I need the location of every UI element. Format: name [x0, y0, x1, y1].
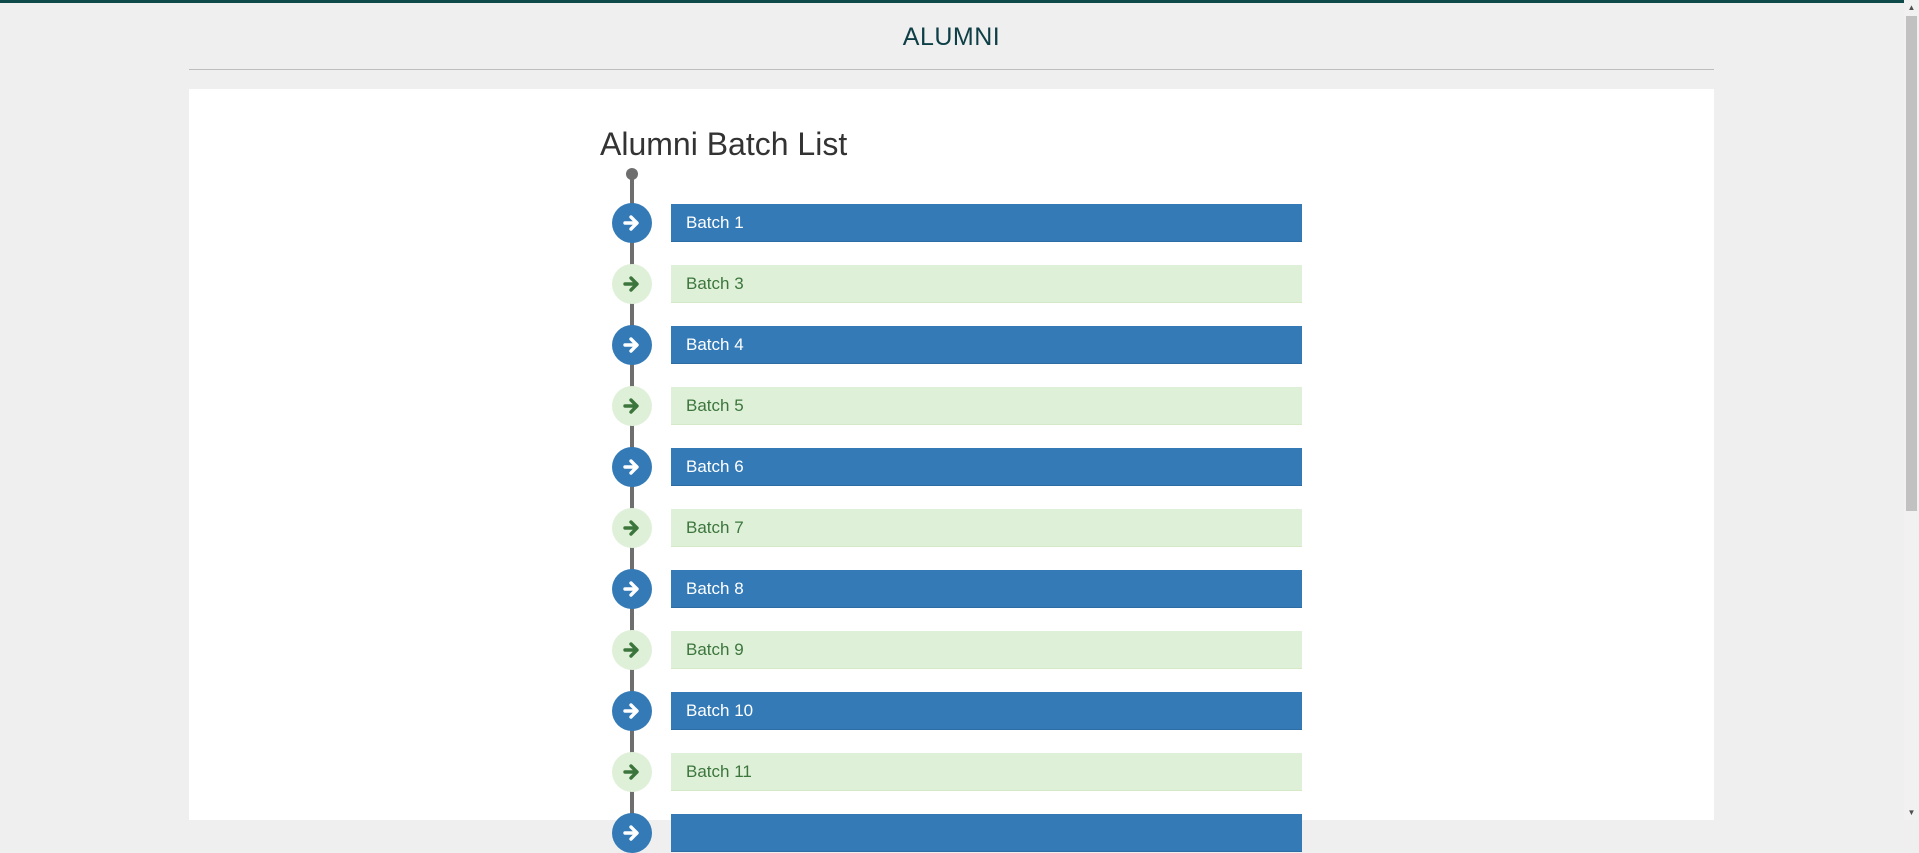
- batch-row[interactable]: Batch 7: [0, 508, 1919, 548]
- batch-link[interactable]: Batch 11: [671, 753, 1302, 791]
- batch-row[interactable]: Batch 10: [0, 691, 1919, 731]
- arrow-right-icon: [612, 813, 652, 853]
- batch-row[interactable]: Batch 5: [0, 386, 1919, 426]
- arrow-right-icon: [612, 264, 652, 304]
- arrow-right-icon: [612, 386, 652, 426]
- arrow-right-icon: [612, 630, 652, 670]
- batch-row[interactable]: Batch 4: [0, 325, 1919, 365]
- batch-row[interactable]: Batch 3: [0, 264, 1919, 304]
- batch-row[interactable]: Batch 6: [0, 447, 1919, 487]
- header-title: ALUMNI: [902, 23, 1001, 51]
- arrow-right-icon: [612, 691, 652, 731]
- batch-row[interactable]: [0, 813, 1919, 853]
- arrow-right-icon: [612, 447, 652, 487]
- arrow-right-icon: [612, 325, 652, 365]
- batch-link[interactable]: Batch 6: [671, 448, 1302, 486]
- arrow-right-icon: [612, 203, 652, 243]
- batch-row[interactable]: Batch 11: [0, 752, 1919, 792]
- scroll-up-arrow-icon[interactable]: ▲: [1904, 0, 1919, 15]
- batch-link[interactable]: Batch 10: [671, 692, 1302, 730]
- arrow-right-icon: [612, 508, 652, 548]
- scroll-down-arrow-icon[interactable]: ▼: [1904, 805, 1919, 820]
- batch-link[interactable]: Batch 7: [671, 509, 1302, 547]
- timeline-start-dot: [626, 168, 638, 180]
- batch-link[interactable]: Batch 1: [671, 204, 1302, 242]
- page-title: Alumni Batch List: [600, 126, 848, 162]
- arrow-right-icon: [612, 752, 652, 792]
- batch-row[interactable]: Batch 8: [0, 569, 1919, 609]
- arrow-right-icon: [612, 569, 652, 609]
- page-header: ALUMNI: [189, 3, 1714, 70]
- batch-link[interactable]: Batch 9: [671, 631, 1302, 669]
- batch-link[interactable]: Batch 5: [671, 387, 1302, 425]
- batch-link[interactable]: Batch 4: [671, 326, 1302, 364]
- batch-link[interactable]: Batch 8: [671, 570, 1302, 608]
- batch-link[interactable]: Batch 3: [671, 265, 1302, 303]
- scrollbar-thumb[interactable]: [1906, 16, 1917, 511]
- batch-row[interactable]: Batch 1: [0, 203, 1919, 243]
- batch-row[interactable]: Batch 9: [0, 630, 1919, 670]
- vertical-scrollbar[interactable]: ▲ ▼: [1904, 0, 1919, 820]
